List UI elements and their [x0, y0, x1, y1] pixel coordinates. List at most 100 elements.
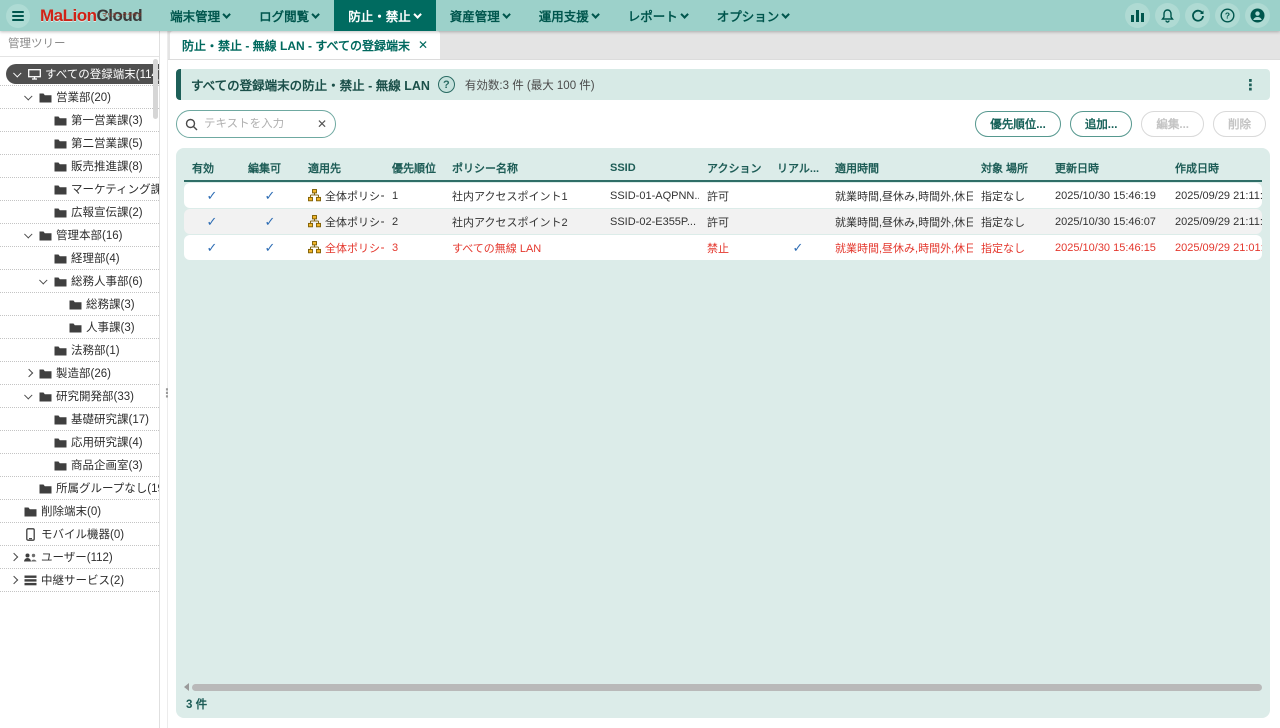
- enabled-check-icon: ✓: [207, 214, 218, 229]
- chevron-down-icon[interactable]: [39, 276, 47, 284]
- search-clear-icon[interactable]: ✕: [317, 117, 327, 131]
- top-navigation-bar: マリオンクラウドMaLionCloud 端末管理ログ閲覧防止・禁止資産管理運用支…: [0, 0, 1280, 31]
- page-help-icon[interactable]: ?: [438, 76, 455, 93]
- tree-item-13[interactable]: 製造部(26): [0, 362, 159, 385]
- column-header-8[interactable]: 適用時間: [827, 160, 973, 176]
- column-header-0[interactable]: 有効: [184, 160, 240, 176]
- folder-icon: [69, 322, 82, 333]
- relay-service-icon: [24, 575, 37, 586]
- users-icon: [23, 552, 37, 563]
- column-header-9[interactable]: 対象 場所: [973, 160, 1047, 176]
- chevron-right-icon[interactable]: [10, 553, 18, 561]
- tree-item-6[interactable]: 広報宣伝課(2): [0, 201, 159, 224]
- realtime-check-icon: ✓: [793, 240, 804, 255]
- page-header-bar: すべての登録端末の防止・禁止 - 無線 LAN ? 有効数:3 件 (最大 10…: [176, 69, 1270, 100]
- tree-item-14[interactable]: 研究開発部(33): [0, 385, 159, 408]
- page-title: すべての登録端末の防止・禁止 - 無線 LAN: [191, 75, 430, 94]
- chevron-down-icon: [591, 10, 599, 18]
- chevron-down-icon: [680, 10, 688, 18]
- help-icon[interactable]: ?: [1215, 3, 1240, 28]
- chevron-down-icon[interactable]: [24, 391, 32, 399]
- logo-ruby: マリオンクラウド: [102, 1, 142, 32]
- tree-item-1[interactable]: 営業部(20): [0, 86, 159, 109]
- scrollbar-thumb[interactable]: [192, 684, 1262, 691]
- menu-item-2[interactable]: 防止・禁止: [334, 0, 436, 31]
- tree-item-15[interactable]: 基礎研究課(17): [0, 408, 159, 431]
- scroll-left-arrow-icon[interactable]: [184, 683, 189, 691]
- action-button-1[interactable]: 追加...: [1070, 111, 1133, 137]
- chevron-down-icon[interactable]: [24, 230, 32, 238]
- sidebar-divider: ⋮: [160, 31, 168, 728]
- folder-icon: [54, 207, 67, 218]
- menu-item-5[interactable]: レポート: [614, 0, 703, 31]
- menu-item-4[interactable]: 運用支援: [525, 0, 614, 31]
- sidebar-title: 管理ツリー: [0, 31, 159, 57]
- column-header-7[interactable]: リアル...: [769, 160, 827, 176]
- chevron-down-icon: [413, 10, 421, 18]
- folder-icon: [54, 414, 67, 425]
- folder-icon: [39, 230, 52, 241]
- tree-item-2[interactable]: 第一営業課(3): [0, 109, 159, 132]
- tree-item-16[interactable]: 応用研究課(4): [0, 431, 159, 454]
- hamburger-menu-icon[interactable]: [6, 4, 30, 28]
- refresh-icon[interactable]: [1185, 3, 1210, 28]
- tree-item-20[interactable]: モバイル機器(0): [0, 523, 159, 546]
- menu-item-1[interactable]: ログ閲覧: [245, 0, 334, 31]
- notifications-icon[interactable]: [1155, 3, 1180, 28]
- tree-item-21[interactable]: ユーザー(112): [0, 546, 159, 569]
- column-header-5[interactable]: SSID: [602, 162, 699, 174]
- kebab-menu-icon[interactable]: ⋮: [1241, 76, 1260, 94]
- tree-item-10[interactable]: 総務課(3): [0, 293, 159, 316]
- column-header-6[interactable]: アクション: [699, 160, 769, 176]
- tab-wireless-lan[interactable]: 防止・禁止 - 無線 LAN - すべての登録端末 ✕: [170, 31, 440, 59]
- search-input[interactable]: [204, 118, 304, 130]
- column-header-10[interactable]: 更新日時: [1047, 160, 1167, 176]
- menu-item-3[interactable]: 資産管理: [436, 0, 525, 31]
- tree-item-12[interactable]: 法務部(1): [0, 339, 159, 362]
- column-header-1[interactable]: 編集可: [240, 160, 300, 176]
- monitor-icon: [28, 69, 41, 80]
- tab-close-icon[interactable]: ✕: [418, 38, 428, 52]
- folder-icon: [24, 506, 37, 517]
- action-button-2: 編集...: [1141, 111, 1204, 137]
- tree-item-17[interactable]: 商品企画室(3): [0, 454, 159, 477]
- sidebar-scrollbar[interactable]: [153, 59, 158, 119]
- enabled-check-icon: ✓: [207, 240, 218, 255]
- editable-check-icon: ✓: [265, 214, 276, 229]
- tree-item-0[interactable]: すべての登録端末(114): [0, 63, 159, 86]
- folder-icon: [39, 368, 52, 379]
- table-row-0[interactable]: ✓ ✓ 全体ポリシー 1 社内アクセスポイント1 SSID-01-AQPNN..…: [184, 183, 1262, 208]
- tree-item-9[interactable]: 総務人事部(6): [0, 270, 159, 293]
- tree-item-22[interactable]: 中継サービス(2): [0, 569, 159, 592]
- tree-item-8[interactable]: 経理部(4): [0, 247, 159, 270]
- table-row-2[interactable]: ✓ ✓ 全体ポリシー 3 すべての無線 LAN 禁止 ✓ 就業時間,昼休み,時間…: [184, 235, 1262, 260]
- column-header-3[interactable]: 優先順位: [384, 160, 444, 176]
- column-header-11[interactable]: 作成日時: [1167, 160, 1262, 176]
- menu-item-0[interactable]: 端末管理: [156, 0, 245, 31]
- menu-item-6[interactable]: オプション: [703, 0, 805, 31]
- chevron-down-icon[interactable]: [24, 92, 32, 100]
- tree-item-7[interactable]: 管理本部(16): [0, 224, 159, 247]
- folder-icon: [39, 92, 52, 103]
- global-policy-icon: [308, 241, 321, 254]
- tree-item-4[interactable]: 販売推進課(8): [0, 155, 159, 178]
- chevron-down-icon[interactable]: [13, 69, 21, 77]
- management-tree: すべての登録端末(114) 営業部(20) 第一営業課(3) 第二営業課(5) …: [0, 57, 159, 592]
- search-icon: [185, 118, 198, 131]
- column-header-2[interactable]: 適用先: [300, 160, 384, 176]
- chevron-right-icon[interactable]: [25, 369, 33, 377]
- tree-item-11[interactable]: 人事課(3): [0, 316, 159, 339]
- tree-item-19[interactable]: 削除端末(0): [0, 500, 159, 523]
- stats-icon[interactable]: [1125, 3, 1150, 28]
- row-count: 3 件: [184, 692, 1262, 712]
- chevron-right-icon[interactable]: [10, 576, 18, 584]
- account-icon[interactable]: [1245, 3, 1270, 28]
- tree-item-5[interactable]: マーケティング課(2): [0, 178, 159, 201]
- tree-item-3[interactable]: 第二営業課(5): [0, 132, 159, 155]
- editable-check-icon: ✓: [265, 240, 276, 255]
- svg-text:?: ?: [1225, 11, 1230, 21]
- tree-item-18[interactable]: 所属グループなし(19): [0, 477, 159, 500]
- action-button-0[interactable]: 優先順位...: [975, 111, 1061, 137]
- column-header-4[interactable]: ポリシー名称: [444, 160, 602, 176]
- table-row-1[interactable]: ✓ ✓ 全体ポリシー 2 社内アクセスポイント2 SSID-02-E355P..…: [184, 209, 1262, 234]
